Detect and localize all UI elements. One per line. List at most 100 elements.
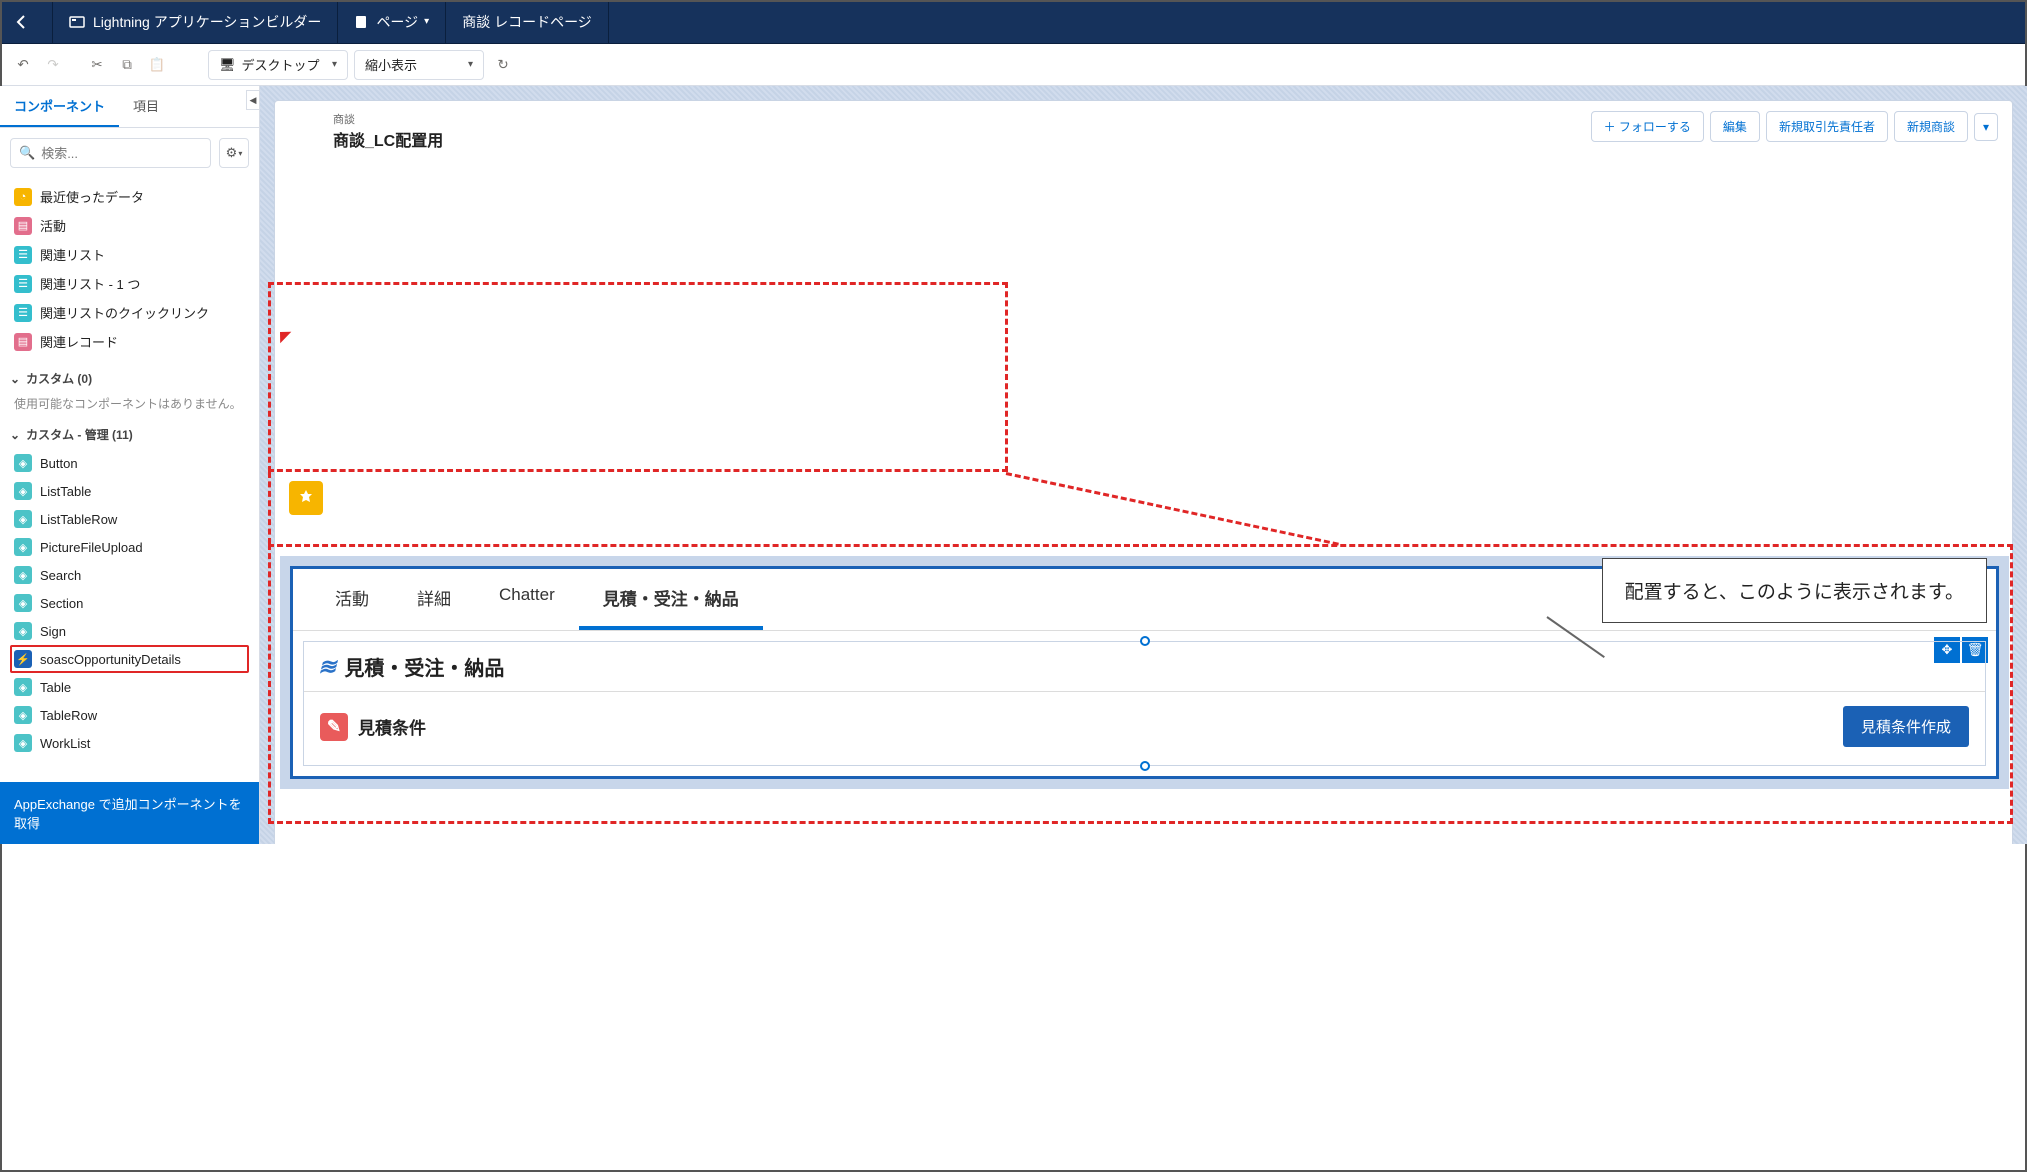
search-input[interactable]	[41, 146, 202, 161]
component-title: 見積・受注・納品	[344, 652, 504, 681]
paste-button[interactable]: 📋	[144, 52, 170, 78]
sidebar-item-label: 最近使ったデータ	[40, 187, 144, 206]
tab[interactable]: 見積・受注・納品	[579, 569, 763, 630]
chevron-down-icon: ▾	[468, 59, 473, 70]
sidebar-item-label: Button	[40, 456, 78, 471]
sidebar-item-managed[interactable]: ◈ Table	[10, 673, 249, 701]
opportunity-icon	[289, 481, 323, 515]
callout-box: 配置すると、このように表示されます。	[1602, 558, 1987, 623]
component-icon: ◈	[14, 454, 32, 472]
refresh-button[interactable]: ↻	[490, 52, 516, 78]
sidebar-tabs: コンポーネント 項目	[0, 86, 259, 128]
collapse-sidebar-button[interactable]: ◀	[246, 90, 260, 110]
settings-button[interactable]: ⚙▾	[219, 138, 249, 168]
sidebar-item-managed[interactable]: ◈ PictureFileUpload	[10, 533, 249, 561]
quote-section-label: 見積条件	[358, 714, 426, 739]
edit-button[interactable]: 編集	[1710, 111, 1760, 142]
sidebar: ◀ コンポーネント 項目 🔍 ⚙▾ ◔最近使ったデータ▤活動☰関連リスト☰関連リ…	[0, 86, 260, 844]
empty-note: 使用可能なコンポーネントはありません。	[10, 393, 249, 412]
sidebar-item-managed[interactable]: ◈ Button	[10, 449, 249, 477]
component-icon: ▤	[14, 217, 32, 235]
sidebar-item-label: TableRow	[40, 708, 97, 723]
object-label: 商談	[333, 111, 443, 127]
app-title: Lightning アプリケーションビルダー	[53, 0, 338, 43]
zoom-select-label: 縮小表示	[365, 55, 417, 74]
sidebar-item-label: 関連リスト - 1 つ	[40, 274, 140, 293]
sidebar-item-label: PictureFileUpload	[40, 540, 143, 555]
sidebar-item-label: soascOpportunityDetails	[40, 652, 181, 667]
sidebar-item-standard[interactable]: ▤活動	[10, 211, 249, 240]
canvas[interactable]: 商談 商談_LC配置用 ＋ フォローする 編集 新規取引先責任者 新規商談 ▾ …	[260, 86, 2027, 844]
component-icon: ◈	[14, 510, 32, 528]
sidebar-item-managed[interactable]: ◈ListTable	[10, 477, 249, 505]
undo-button[interactable]: ↶	[10, 52, 36, 78]
device-select[interactable]: 🖥 デスクトップ ▾	[208, 50, 348, 80]
page-name-text: 商談 レコードページ	[462, 12, 592, 32]
sidebar-item-standard[interactable]: ☰ 関連リスト	[10, 240, 249, 269]
anchor-bottom[interactable]	[1140, 761, 1150, 771]
follow-button[interactable]: ＋ フォローする	[1591, 111, 1704, 142]
annotation-connector	[268, 472, 271, 544]
toolbar: ↶ ↷ ✂ ⧉ 📋 🖥 デスクトップ ▾ 縮小表示 ▾ ↻	[0, 44, 2027, 86]
component-icon: ☰	[14, 246, 32, 264]
more-actions-button[interactable]: ▾	[1974, 113, 1998, 141]
sidebar-item-managed[interactable]: ◈Search	[10, 561, 249, 589]
copy-button[interactable]: ⧉	[114, 52, 140, 78]
create-quote-button[interactable]: 見積条件作成	[1843, 706, 1969, 747]
sidebar-item-label: ListTable	[40, 484, 91, 499]
component-icon: ◔	[14, 188, 32, 206]
tab-fields[interactable]: 項目	[119, 86, 173, 127]
top-nav: Lightning アプリケーションビルダー ページ ▾ 商談 レコードページ	[0, 0, 2027, 44]
sidebar-item-standard[interactable]: ▤ 関連レコード	[10, 327, 249, 356]
sidebar-item-managed[interactable]: ◈ TableRow	[10, 701, 249, 729]
sidebar-item-managed[interactable]: ◈WorkList	[10, 729, 249, 757]
cut-button[interactable]: ✂	[84, 52, 110, 78]
zoom-select[interactable]: 縮小表示 ▾	[354, 50, 484, 80]
section-custom-managed[interactable]: ⌄ カスタム - 管理 (11)	[10, 426, 249, 443]
component-icon: ◈	[14, 678, 32, 696]
sidebar-item-label: 関連リスト	[40, 245, 105, 264]
page-menu[interactable]: ページ ▾	[338, 0, 446, 43]
quote-icon: ✎	[320, 713, 348, 741]
component-icon: ◈	[14, 706, 32, 724]
section-custom[interactable]: ⌄ カスタム (0)	[10, 370, 249, 387]
sidebar-item-label: Sign	[40, 624, 66, 639]
chevron-down-icon: ▾	[424, 16, 429, 27]
sidebar-item-managed[interactable]: ◈ ListTableRow	[10, 505, 249, 533]
search-input-wrap[interactable]: 🔍	[10, 138, 211, 168]
tab[interactable]: 活動	[311, 569, 393, 630]
anchor-top[interactable]	[1140, 636, 1150, 646]
component-icon: ◈	[14, 734, 32, 752]
sidebar-item-label: Table	[40, 680, 71, 695]
desktop-icon: 🖥	[219, 57, 236, 73]
sidebar-item-standard[interactable]: ☰関連リストのクイックリンク	[10, 298, 249, 327]
search-icon: 🔍	[19, 145, 35, 161]
page-name[interactable]: 商談 レコードページ	[446, 0, 609, 43]
component-icon: ◈	[14, 622, 32, 640]
sidebar-item-managed[interactable]: ◈ Sign	[10, 617, 249, 645]
sidebar-item-label: ListTableRow	[40, 512, 117, 527]
tab-components[interactable]: コンポーネント	[0, 86, 119, 127]
component-icon: ▤	[14, 333, 32, 351]
sidebar-item-standard[interactable]: ☰ 関連リスト - 1 つ	[10, 269, 249, 298]
tab[interactable]: 詳細	[393, 569, 475, 630]
component-logo-icon: ≋	[318, 654, 334, 680]
sidebar-item-standard[interactable]: ◔ 最近使ったデータ	[10, 182, 249, 211]
page-menu-label: ページ	[376, 12, 418, 32]
app-title-text: Lightning アプリケーションビルダー	[93, 12, 321, 32]
tab[interactable]: Chatter	[475, 569, 579, 630]
sidebar-item-label: Section	[40, 596, 83, 611]
device-select-label: デスクトップ	[242, 55, 320, 74]
chevron-down-icon: ⌄	[10, 428, 20, 442]
sidebar-item-label: 関連レコード	[40, 332, 118, 351]
redo-button[interactable]: ↷	[40, 52, 66, 78]
new-contact-role-button[interactable]: 新規取引先責任者	[1766, 111, 1888, 142]
back-button[interactable]	[0, 0, 53, 43]
component-icon: ☰	[14, 275, 32, 293]
appexchange-link[interactable]: AppExchange で追加コンポーネントを取得	[0, 782, 259, 844]
new-opportunity-button[interactable]: 新規商談	[1894, 111, 1968, 142]
chevron-down-icon: ▾	[332, 59, 337, 70]
sidebar-item-managed[interactable]: ◈Section	[10, 589, 249, 617]
component-icon: ◈	[14, 538, 32, 556]
sidebar-item-managed[interactable]: ⚡soascOpportunityDetails	[10, 645, 249, 673]
